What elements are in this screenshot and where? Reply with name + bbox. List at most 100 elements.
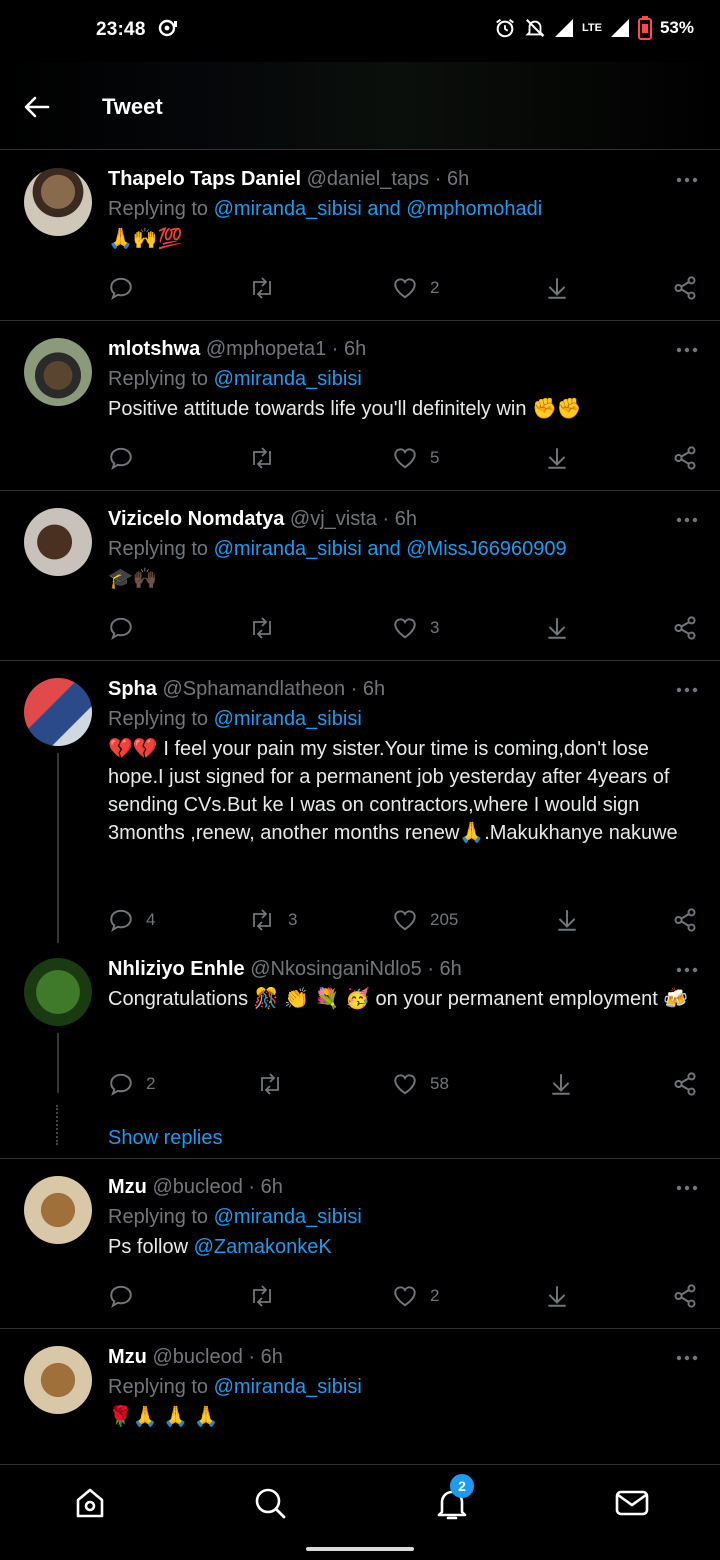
replying-to-link[interactable]: @miranda_sibisi bbox=[214, 1376, 362, 1398]
author-handle[interactable]: @mphopeta1 bbox=[206, 338, 326, 360]
replying-to-link[interactable]: @miranda_sibisi bbox=[214, 368, 362, 390]
retweet-button[interactable] bbox=[248, 1283, 288, 1309]
author-name[interactable]: mlotshwa bbox=[108, 338, 200, 360]
replying-to-link[interactable]: @miranda_sibisi bbox=[214, 1206, 362, 1228]
share-button[interactable] bbox=[672, 275, 698, 301]
tweet-item[interactable]: Mzu @bucleod · 6h Replying to @miranda_s… bbox=[0, 1159, 720, 1329]
like-button[interactable]: 205 bbox=[392, 907, 458, 933]
avatar[interactable] bbox=[24, 1176, 92, 1244]
author-handle[interactable]: @daniel_taps bbox=[307, 168, 430, 190]
signal-icon-2 bbox=[610, 19, 629, 37]
replying-to-link[interactable]: @miranda_sibisi bbox=[214, 708, 362, 730]
more-options-icon[interactable] bbox=[676, 687, 698, 693]
share-icon bbox=[674, 276, 696, 300]
replying-prefix: Replying to bbox=[108, 368, 209, 390]
reply-button[interactable]: 4 bbox=[108, 907, 155, 933]
tweet-time: 6h bbox=[260, 1346, 283, 1368]
like-button[interactable]: 2 bbox=[392, 1283, 439, 1309]
author-handle[interactable]: @vj_vista bbox=[290, 508, 377, 530]
retweet-button[interactable]: 3 bbox=[248, 907, 297, 933]
more-options-icon[interactable] bbox=[676, 967, 698, 973]
retweet-icon bbox=[253, 909, 271, 931]
download-button[interactable] bbox=[544, 275, 570, 301]
battery-icon bbox=[637, 16, 652, 40]
like-button[interactable]: 2 bbox=[392, 275, 439, 301]
signal-icon bbox=[555, 19, 573, 37]
replying-to-link[interactable]: @miranda_sibisi and @mphomohadi bbox=[214, 198, 543, 220]
author-handle[interactable]: @NkosinganiNdlo5 bbox=[250, 958, 422, 980]
author-handle[interactable]: @bucleod bbox=[152, 1346, 242, 1368]
download-button[interactable] bbox=[544, 615, 570, 641]
share-button[interactable] bbox=[672, 1283, 698, 1309]
share-button[interactable] bbox=[672, 907, 698, 933]
reply-button[interactable] bbox=[108, 1283, 146, 1309]
reply-button[interactable] bbox=[108, 275, 146, 301]
tweet-item[interactable]: Thapelo Taps Daniel @daniel_taps · 6h Re… bbox=[0, 151, 720, 321]
like-button[interactable]: 5 bbox=[392, 445, 439, 471]
author-name[interactable]: Vizicelo Nomdatya bbox=[108, 508, 284, 530]
replying-prefix: Replying to bbox=[108, 538, 209, 560]
download-button[interactable] bbox=[544, 445, 570, 471]
mention-link[interactable]: @ZamakonkeK bbox=[194, 1236, 332, 1258]
author-handle[interactable]: @Sphamandlatheon bbox=[162, 678, 345, 700]
reply-count: 4 bbox=[146, 910, 156, 929]
reply-icon bbox=[110, 617, 132, 640]
retweet-button[interactable] bbox=[248, 445, 288, 471]
heart-icon bbox=[394, 910, 416, 931]
more-options-icon[interactable] bbox=[676, 517, 698, 523]
home-icon[interactable] bbox=[70, 1483, 110, 1523]
reply-button[interactable] bbox=[108, 615, 146, 641]
share-button[interactable] bbox=[672, 1071, 698, 1097]
retweet-button[interactable] bbox=[248, 275, 288, 301]
download-icon bbox=[548, 618, 566, 639]
search-icon[interactable] bbox=[250, 1483, 290, 1523]
avatar[interactable] bbox=[24, 508, 92, 576]
tweet-item[interactable]: mlotshwa @mphopeta1 · 6h Replying to @mi… bbox=[0, 321, 720, 491]
avatar[interactable] bbox=[24, 1346, 92, 1414]
retweet-button[interactable] bbox=[248, 615, 288, 641]
tweet-item[interactable]: Vizicelo Nomdatya @vj_vista · 6h Replyin… bbox=[0, 491, 720, 661]
avatar[interactable] bbox=[24, 678, 92, 746]
retweet-count: 3 bbox=[288, 910, 298, 929]
author-name[interactable]: Spha bbox=[108, 678, 157, 700]
more-options-icon[interactable] bbox=[676, 347, 698, 353]
author-name[interactable]: Nhliziyo Enhle bbox=[108, 958, 245, 980]
more-options-icon[interactable] bbox=[676, 1355, 698, 1361]
avatar[interactable] bbox=[24, 958, 92, 1026]
bottom-navigation bbox=[0, 1464, 720, 1560]
reply-button[interactable]: 2 bbox=[108, 1071, 155, 1097]
author-name[interactable]: Thapelo Taps Daniel bbox=[108, 168, 301, 190]
author-name[interactable]: Mzu bbox=[108, 1346, 147, 1368]
download-button[interactable] bbox=[544, 1283, 570, 1309]
tweet-text: Congratulations 🎊 👏 💐 🥳 on your permanen… bbox=[108, 988, 689, 1010]
tweet-text: 🌹🙏 🙏 🙏 bbox=[108, 1406, 219, 1428]
tweet-item[interactable]: Mzu @bucleod · 6h Replying to @miranda_s… bbox=[0, 1329, 720, 1464]
tweet-text-prefix: Ps follow bbox=[108, 1236, 194, 1258]
download-button[interactable] bbox=[548, 1071, 574, 1097]
share-icon bbox=[674, 446, 696, 470]
retweet-icon bbox=[261, 1073, 279, 1095]
avatar[interactable] bbox=[24, 168, 92, 236]
avatar[interactable] bbox=[24, 338, 92, 406]
more-options-icon[interactable] bbox=[676, 177, 698, 183]
replying-to-link[interactable]: @miranda_sibisi and @MissJ66960909 bbox=[214, 538, 567, 560]
more-options-icon[interactable] bbox=[676, 1185, 698, 1191]
reply-icon bbox=[110, 1073, 132, 1096]
like-button[interactable]: 58 bbox=[392, 1071, 449, 1097]
author-handle[interactable]: @bucleod bbox=[152, 1176, 242, 1198]
home-indicator bbox=[306, 1547, 414, 1551]
author-name[interactable]: Mzu bbox=[108, 1176, 147, 1198]
like-button[interactable]: 3 bbox=[392, 615, 439, 641]
alarm-icon bbox=[496, 18, 514, 38]
show-replies-link[interactable]: Show replies bbox=[108, 1127, 223, 1150]
messages-icon[interactable] bbox=[612, 1483, 652, 1523]
share-button[interactable] bbox=[672, 615, 698, 641]
share-button[interactable] bbox=[672, 445, 698, 471]
reply-button[interactable] bbox=[108, 445, 146, 471]
tweet-time: 6h bbox=[439, 958, 462, 980]
download-button[interactable] bbox=[554, 907, 580, 933]
retweet-icon bbox=[253, 617, 271, 639]
back-arrow-icon[interactable] bbox=[22, 92, 52, 122]
retweet-button[interactable] bbox=[256, 1071, 296, 1097]
retweet-icon bbox=[253, 277, 271, 299]
